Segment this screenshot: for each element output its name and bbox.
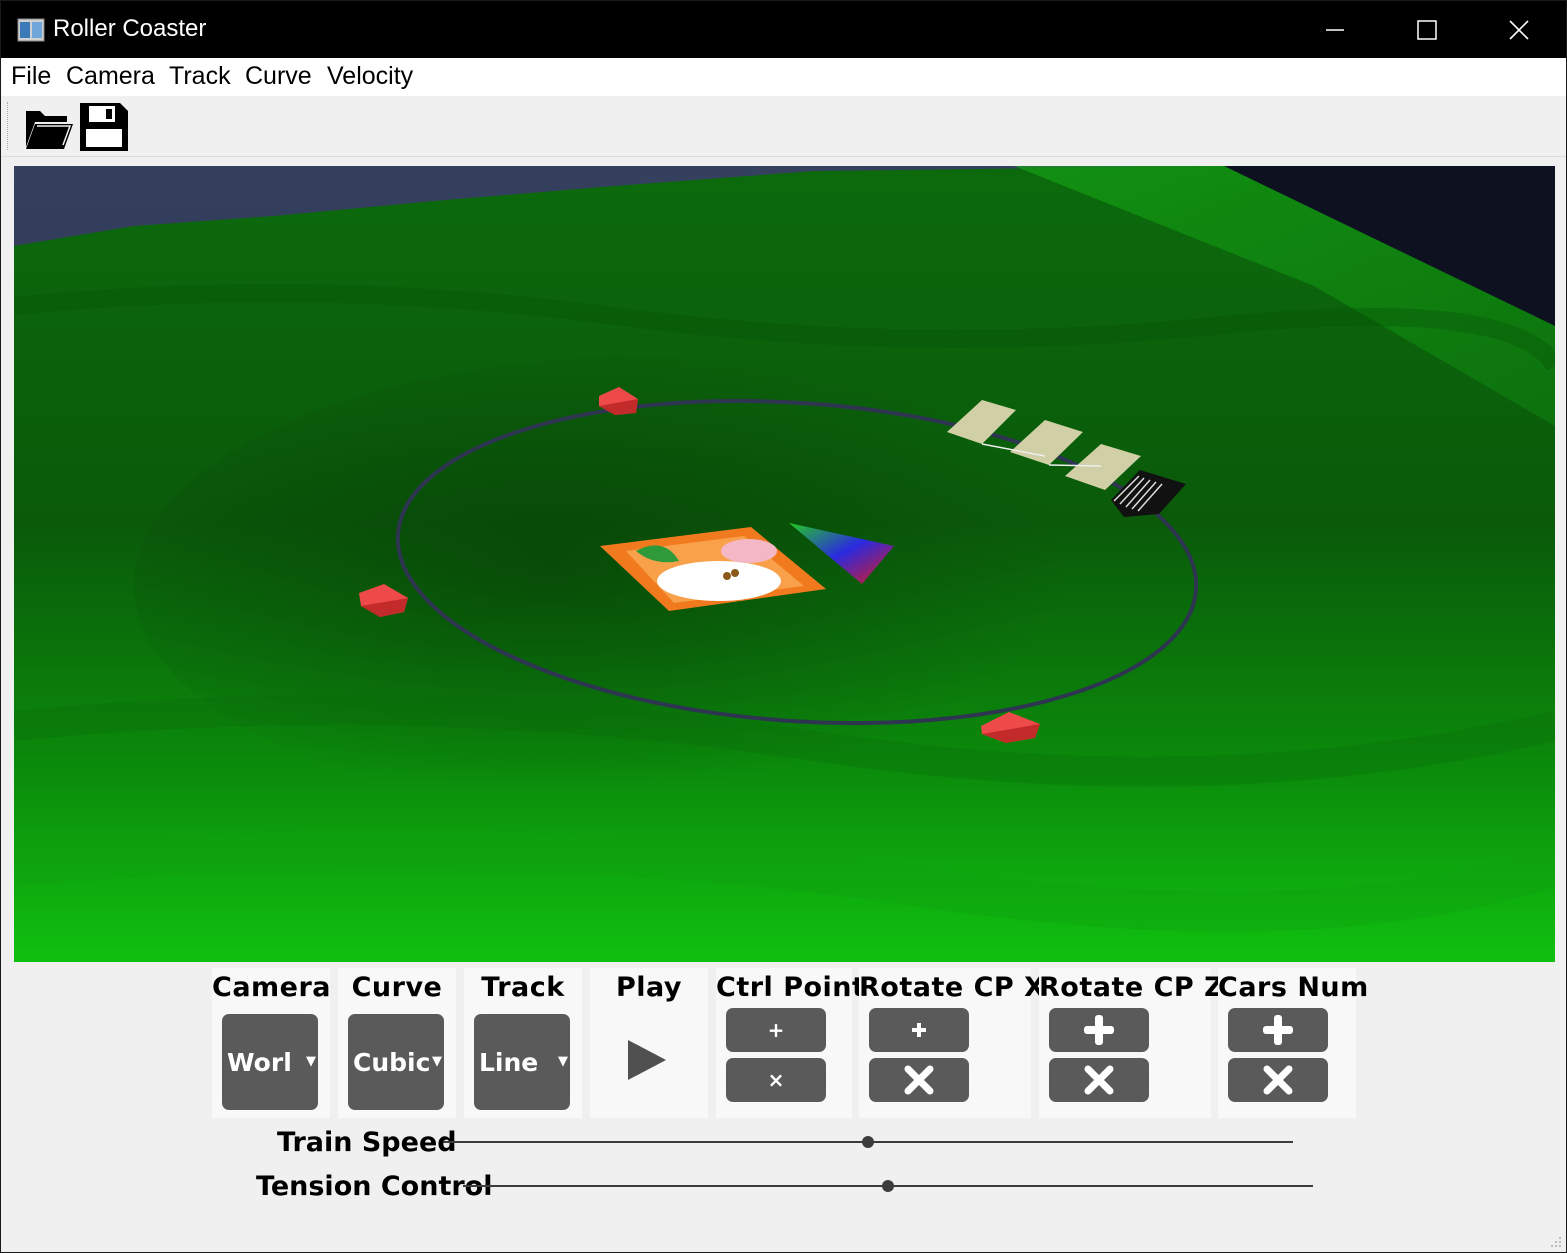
play-button[interactable] — [624, 1038, 668, 1082]
add-ctrl-point-button[interactable]: + — [726, 1008, 826, 1052]
rotate-cp-z-label: Rotate CP Z — [1039, 972, 1225, 1003]
camera-label: Camera — [212, 972, 332, 1003]
track-value: Line — [479, 1048, 539, 1077]
plus-icon: + — [767, 1018, 785, 1042]
save-button[interactable] — [78, 101, 130, 153]
menu-file[interactable]: File — [11, 62, 51, 91]
close-button[interactable] — [1473, 1, 1565, 58]
chevron-down-icon: ▼ — [306, 1054, 316, 1069]
ctrl-point-label: Ctrl Point — [716, 972, 866, 1003]
toolbar — [1, 96, 1566, 157]
ctrl-point-group: Ctrl Point + × — [716, 968, 866, 1118]
cars-num-group: Cars Num — [1218, 968, 1369, 1118]
open-button[interactable] — [23, 101, 75, 153]
play-icon — [628, 1040, 666, 1080]
maximize-icon — [1417, 19, 1437, 40]
scene-viewport[interactable] — [14, 166, 1555, 962]
camera-group: Camera Worl ▼ — [212, 968, 332, 1118]
rotate-z-minus-button[interactable] — [1049, 1058, 1149, 1102]
cars-num-label: Cars Num — [1218, 972, 1369, 1003]
minimize-icon — [1326, 28, 1344, 31]
curve-dropdown[interactable]: Cubic ▼ — [348, 1014, 444, 1110]
rotate-cp-z-group: Rotate CP Z — [1039, 968, 1225, 1118]
train-speed-slider[interactable] — [443, 1134, 1293, 1150]
rotate-z-plus-button[interactable] — [1049, 1008, 1149, 1052]
rotate-cp-x-group: Rotate CP X — [859, 968, 1046, 1118]
track-dropdown[interactable]: Line ▼ — [474, 1014, 570, 1110]
plus-icon — [1084, 1015, 1114, 1045]
camera-value: Worl — [227, 1048, 292, 1077]
cross-icon — [1263, 1065, 1293, 1095]
open-folder-icon — [26, 111, 73, 149]
plus-icon — [912, 1023, 926, 1037]
control-panel: Camera Worl ▼ Curve Cubic ▼ Track Line ▼… — [1, 962, 1566, 1252]
cross-icon: × — [767, 1068, 785, 1092]
menu-velocity[interactable]: Velocity — [327, 62, 413, 91]
camera-dropdown[interactable]: Worl ▼ — [222, 1014, 318, 1110]
scene-canvas[interactable] — [14, 166, 1555, 962]
curve-group: Curve Cubic ▼ — [338, 968, 456, 1118]
rotate-x-minus-button[interactable] — [869, 1058, 969, 1102]
tension-control-slider[interactable] — [463, 1178, 1313, 1194]
rotate-x-plus-button[interactable] — [869, 1008, 969, 1052]
slider-handle[interactable] — [862, 1136, 874, 1148]
menu-curve[interactable]: Curve — [245, 62, 312, 91]
remove-car-button[interactable] — [1228, 1058, 1328, 1102]
menu-track[interactable]: Track — [169, 62, 231, 91]
app-window: Roller Coaster File Camera Track Curve V… — [0, 0, 1567, 1253]
close-icon — [1509, 19, 1529, 40]
save-disk-icon — [80, 103, 128, 151]
plus-icon — [1263, 1015, 1293, 1045]
title-bar[interactable]: Roller Coaster — [1, 1, 1566, 58]
add-car-button[interactable] — [1228, 1008, 1328, 1052]
train-speed-label: Train Speed — [277, 1127, 457, 1158]
chevron-down-icon: ▼ — [432, 1054, 442, 1069]
menu-bar: File Camera Track Curve Velocity — [1, 58, 1566, 96]
tension-control-label: Tension Control — [256, 1171, 493, 1202]
track-label: Track — [481, 972, 565, 1003]
maximize-button[interactable] — [1381, 1, 1473, 58]
minimize-button[interactable] — [1289, 1, 1381, 58]
curve-value: Cubic — [353, 1048, 431, 1077]
resize-grip-icon[interactable] — [1550, 1236, 1562, 1248]
menu-camera[interactable]: Camera — [66, 62, 155, 91]
rotate-cp-x-label: Rotate CP X — [859, 972, 1046, 1003]
app-icon — [17, 18, 45, 42]
window-title: Roller Coaster — [53, 15, 207, 42]
cross-icon — [904, 1065, 934, 1095]
play-group: Play — [590, 968, 708, 1118]
curve-label: Curve — [351, 972, 443, 1003]
cross-icon — [1084, 1065, 1114, 1095]
remove-ctrl-point-button[interactable]: × — [726, 1058, 826, 1102]
toolbar-grip[interactable] — [7, 102, 11, 150]
chevron-down-icon: ▼ — [558, 1054, 568, 1069]
track-group: Track Line ▼ — [464, 968, 582, 1118]
play-label: Play — [615, 972, 683, 1003]
slider-handle[interactable] — [882, 1180, 894, 1192]
